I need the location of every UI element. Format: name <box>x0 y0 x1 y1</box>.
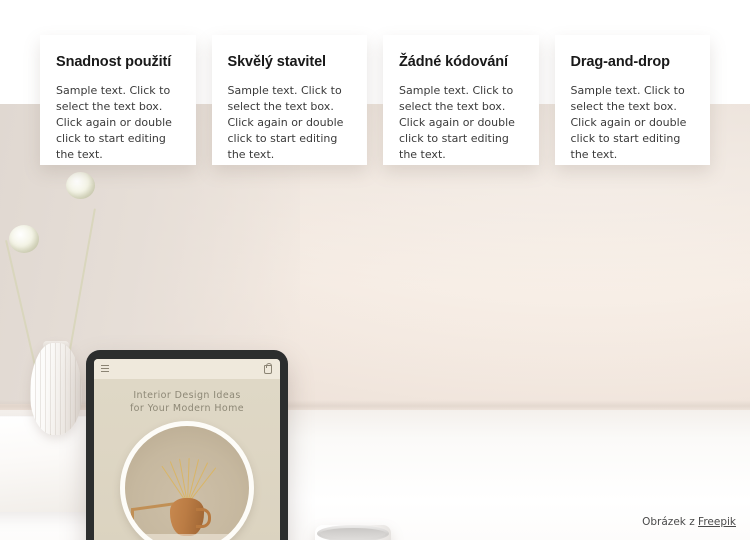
white-vase <box>30 343 82 435</box>
flower-bloom <box>9 225 39 253</box>
tablet-headline: Interior Design Ideas for Your Modern Ho… <box>94 389 280 415</box>
hero-photo-background: Interior Design Ideas for Your Modern Ho… <box>0 104 750 540</box>
tablet-hero-photo <box>120 421 254 540</box>
feature-card-body: Sample text. Click to select the text bo… <box>227 84 344 161</box>
tablet-headline-line-1: Interior Design Ideas <box>133 390 241 401</box>
page-root: Interior Design Ideas for Your Modern Ho… <box>0 0 750 540</box>
shelf-line <box>125 534 249 540</box>
tablet-site-header <box>94 359 280 379</box>
feature-card-body: Sample text. Click to select the text bo… <box>399 84 515 161</box>
feature-card[interactable]: Snadnost použití Sample text. Click to s… <box>40 35 196 165</box>
feature-card-title: Snadnost použití <box>56 54 172 70</box>
feature-card[interactable]: Skvělý stavitel Sample text. Click to se… <box>211 35 367 165</box>
feature-card-title: Skvělý stavitel <box>227 54 327 70</box>
feature-cards-row: Snadnost použití Sample text. Click to s… <box>40 35 710 165</box>
tablet-hero-section: Interior Design Ideas for Your Modern Ho… <box>94 379 280 540</box>
hamburger-icon[interactable] <box>101 365 109 372</box>
feature-card-title: Žádné kódování <box>399 54 508 70</box>
coffee-mug <box>315 525 405 540</box>
freepik-link[interactable]: Freepik <box>698 516 736 528</box>
flower-bloom <box>66 172 95 199</box>
tablet-screen[interactable]: Interior Design Ideas for Your Modern Ho… <box>94 359 280 540</box>
image-attribution: Obrázek z Freepik <box>642 516 736 528</box>
clay-jug <box>170 498 211 536</box>
mug-rim <box>317 525 389 540</box>
attribution-prefix: Obrázek z <box>642 516 699 528</box>
feature-card-body: Sample text. Click to select the text bo… <box>56 84 172 161</box>
bag-icon[interactable] <box>264 363 272 374</box>
dried-sprig <box>158 448 217 505</box>
tablet-headline-line-2: for Your Modern Home <box>129 403 245 414</box>
feature-card-title: Drag-and-drop <box>570 54 670 70</box>
tablet-device: Interior Design Ideas for Your Modern Ho… <box>86 350 288 540</box>
feature-card[interactable]: Žádné kódování Sample text. Click to sel… <box>383 35 539 165</box>
feature-card-body: Sample text. Click to select the text bo… <box>570 84 687 161</box>
feature-card[interactable]: Drag-and-drop Sample text. Click to sele… <box>554 35 710 165</box>
